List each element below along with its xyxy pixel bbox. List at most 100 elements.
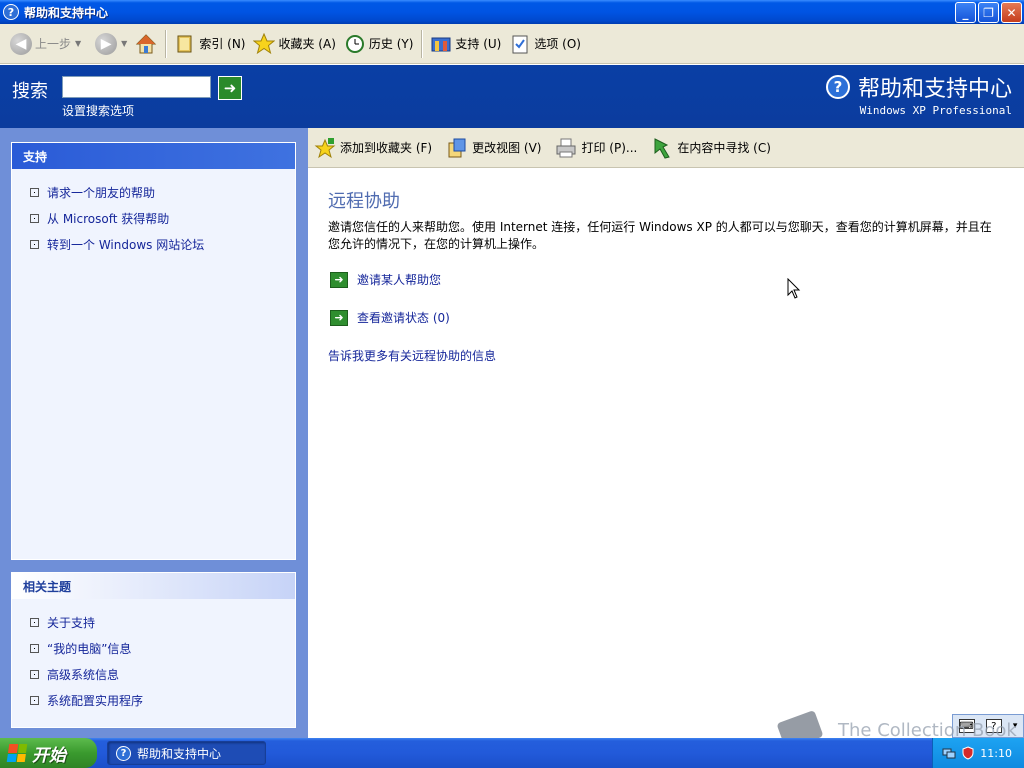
change-view-button[interactable]: 更改视图 (V) [446, 137, 541, 159]
system-tray: 11:10 [932, 738, 1024, 768]
list-item[interactable]: “我的电脑”信息 [30, 635, 295, 661]
toolbar-separator [165, 29, 167, 58]
support-icon [430, 33, 452, 55]
green-arrow-icon: ➜ [330, 271, 348, 288]
support-label: 支持 (U) [455, 37, 502, 51]
windows-logo-icon [6, 744, 28, 762]
options-checklist-icon [509, 33, 531, 55]
related-link[interactable]: 系统配置实用程序 [47, 692, 143, 709]
help-center-logo: ? 帮助和支持中心 [825, 71, 1012, 103]
left-pane: 支持 请求一个朋友的帮助 从 Microsoft 获得帮助 转到一个 Windo… [0, 128, 308, 738]
help-icon: ? [3, 4, 19, 20]
forward-arrow-icon: ▶ [95, 32, 118, 55]
search-go-button[interactable]: ➜ [218, 76, 242, 100]
security-shield-icon[interactable] [961, 746, 975, 760]
home-button[interactable] [131, 29, 161, 59]
bullet-icon [30, 695, 39, 705]
close-button[interactable]: ✕ [1001, 2, 1022, 23]
support-link[interactable]: 请求一个朋友的帮助 [47, 184, 155, 201]
related-topics-panel: 相关主题 关于支持 “我的电脑”信息 高级系统信息 系统配置实用程序 [11, 572, 296, 728]
print-button[interactable]: 打印 (P)... [555, 137, 637, 159]
help-center-title: 帮助和支持中心 [857, 77, 1012, 102]
bullet-icon [30, 239, 39, 249]
bullet-icon [30, 669, 39, 679]
options-label: 选项 (O) [534, 37, 581, 51]
list-item[interactable]: 转到一个 Windows 网站论坛 [30, 231, 295, 257]
index-button[interactable]: 索引 (N) [170, 29, 249, 59]
taskbar: 开始 ? 帮助和支持中心 11:10 [0, 738, 1024, 768]
list-item[interactable]: 关于支持 [30, 609, 295, 635]
clock[interactable]: 11:10 [980, 747, 1012, 760]
related-link[interactable]: 高级系统信息 [47, 666, 119, 683]
search-input[interactable] [62, 76, 211, 98]
taskbar-button-help-center[interactable]: ? 帮助和支持中心 [107, 741, 266, 765]
add-favorite-star-icon [314, 137, 336, 159]
view-invitation-status-action[interactable]: ➜ 查看邀请状态 (0) [330, 309, 450, 326]
printer-icon [555, 137, 577, 159]
search-header: 搜索 ➜ 设置搜索选项 ? 帮助和支持中心 Windows XP Profess… [0, 65, 1024, 128]
back-label: 上一步 [35, 37, 72, 51]
list-item[interactable]: 高级系统信息 [30, 661, 295, 687]
remote-assistance-info-link[interactable]: 告诉我更多有关远程协助的信息 [328, 347, 496, 364]
bullet-icon [30, 187, 39, 197]
help-icon: ? [825, 75, 850, 99]
restore-button[interactable]: ❐ [978, 2, 999, 23]
start-button[interactable]: 开始 [0, 738, 97, 768]
related-topics-title: 相关主题 [12, 573, 295, 599]
history-button[interactable]: 历史 (Y) [340, 29, 418, 59]
home-icon [135, 33, 157, 55]
network-icon[interactable] [942, 746, 956, 760]
support-list: 请求一个朋友的帮助 从 Microsoft 获得帮助 转到一个 Windows … [12, 169, 295, 257]
list-item[interactable]: 系统配置实用程序 [30, 687, 295, 713]
back-button[interactable]: ◀ 上一步 ▼ [6, 29, 85, 59]
support-link[interactable]: 转到一个 Windows 网站论坛 [47, 236, 204, 253]
title-bar[interactable]: ? 帮助和支持中心 _ ❐ ✕ [0, 0, 1024, 24]
mouse-cursor-icon [787, 278, 801, 299]
minimize-button[interactable]: _ [955, 2, 976, 23]
back-arrow-icon: ◀ [10, 32, 32, 55]
start-label: 开始 [32, 745, 66, 766]
related-topics-list: 关于支持 “我的电脑”信息 高级系统信息 系统配置实用程序 [12, 599, 295, 713]
related-link[interactable]: “我的电脑”信息 [47, 640, 131, 657]
star-icon [253, 32, 276, 55]
chevron-down-icon[interactable]: ▼ [75, 39, 81, 48]
index-book-icon [174, 33, 196, 55]
toolbar-separator [421, 29, 423, 58]
list-item[interactable]: 从 Microsoft 获得帮助 [30, 205, 295, 231]
support-button[interactable]: 支持 (U) [426, 29, 505, 59]
add-to-favorites-button[interactable]: 添加到收藏夹 (F) [314, 137, 432, 159]
favorites-button[interactable]: 收藏夹 (A) [249, 29, 339, 59]
window-controls: _ ❐ ✕ [955, 2, 1022, 23]
bullet-icon [30, 213, 39, 223]
add-to-favorites-label: 添加到收藏夹 (F) [340, 141, 433, 155]
bullet-icon [30, 643, 39, 653]
forward-button[interactable]: ▶ ▼ [91, 29, 131, 59]
locate-in-contents-label: 在内容中寻找 (C) [677, 141, 771, 155]
bullet-icon [30, 617, 39, 627]
options-button[interactable]: 选项 (O) [505, 29, 585, 59]
related-link[interactable]: 关于支持 [47, 614, 95, 631]
support-panel: 支持 请求一个朋友的帮助 从 Microsoft 获得帮助 转到一个 Windo… [11, 142, 296, 560]
view-invitation-status-link[interactable]: 查看邀请状态 (0) [357, 309, 450, 326]
index-label: 索引 (N) [199, 37, 246, 51]
content-area: 远程协助 邀请您信任的人来帮助您。使用 Internet 连接，任何运行 Win… [308, 169, 1024, 738]
support-link[interactable]: 从 Microsoft 获得帮助 [47, 210, 169, 227]
favorites-label: 收藏夹 (A) [278, 37, 336, 51]
invite-action[interactable]: ➜ 邀请某人帮助您 [330, 271, 441, 288]
history-clock-icon [344, 33, 366, 55]
change-view-icon [446, 137, 468, 159]
locate-in-contents-button[interactable]: 在内容中寻找 (C) [651, 137, 771, 159]
locate-arrow-icon [651, 137, 673, 159]
history-label: 历史 (Y) [368, 37, 414, 51]
support-panel-title: 支持 [12, 143, 295, 169]
search-options-link[interactable]: 设置搜索选项 [62, 102, 134, 119]
main-toolbar: ◀ 上一步 ▼ ▶ ▼ 索引 (N) 收藏夹 (A) 历史 (Y) 支持 (U) [0, 24, 1024, 64]
print-label: 打印 (P)... [581, 141, 638, 155]
window-title: 帮助和支持中心 [24, 5, 109, 20]
list-item[interactable]: 请求一个朋友的帮助 [30, 179, 295, 205]
change-view-label: 更改视图 (V) [472, 141, 542, 155]
help-icon: ? [116, 745, 131, 761]
chevron-down-icon[interactable]: ▼ [121, 39, 127, 48]
taskbar-button-label: 帮助和支持中心 [137, 746, 222, 761]
invite-someone-link[interactable]: 邀请某人帮助您 [357, 271, 441, 288]
